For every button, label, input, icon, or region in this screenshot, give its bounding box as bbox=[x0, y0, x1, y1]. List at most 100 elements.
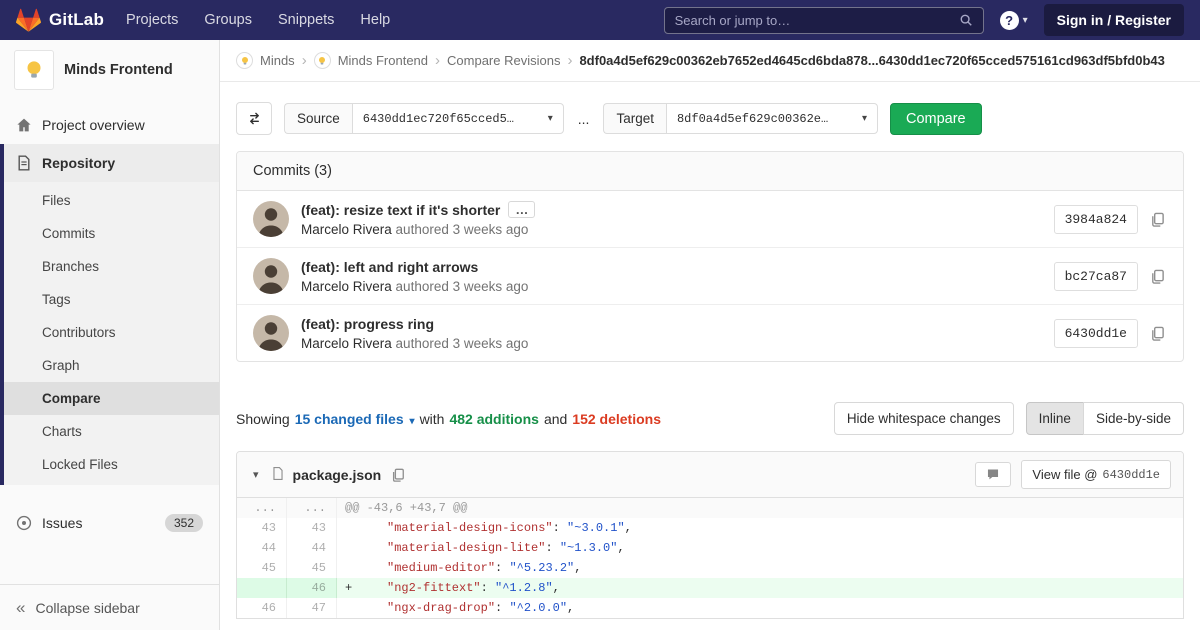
commit-sha-link[interactable]: bc27ca87 bbox=[1053, 261, 1138, 291]
diff-line-number-new[interactable]: 45 bbox=[287, 558, 337, 578]
commit-row: (feat): progress ring Marcelo Rivera aut… bbox=[237, 304, 1183, 361]
breadcrumb-group-link[interactable]: Minds bbox=[260, 53, 295, 68]
breadcrumb-separator: › bbox=[435, 52, 441, 69]
nav-item-snippets[interactable]: Snippets bbox=[278, 12, 334, 28]
sidebar-subitem-contributors[interactable]: Contributors bbox=[4, 316, 219, 349]
commit-author-link[interactable]: Marcelo Rivera bbox=[301, 279, 392, 294]
changed-files-dropdown[interactable]: 15 changed files ▾ bbox=[295, 411, 415, 427]
commit-author-avatar[interactable] bbox=[253, 201, 289, 237]
side-by-side-view-button[interactable]: Side-by-side bbox=[1082, 402, 1184, 435]
commit-author-link[interactable]: Marcelo Rivera bbox=[301, 222, 392, 237]
sidebar-subitem-tags[interactable]: Tags bbox=[4, 283, 219, 316]
breadcrumb-page-link[interactable]: Compare Revisions bbox=[447, 53, 560, 68]
collapse-diff-button[interactable]: ▾ bbox=[249, 466, 263, 483]
comment-icon bbox=[988, 469, 999, 480]
person-avatar-icon bbox=[253, 258, 289, 294]
commit-sha-link[interactable]: 3984a824 bbox=[1053, 204, 1138, 234]
inline-view-button[interactable]: Inline bbox=[1025, 402, 1084, 435]
issues-icon bbox=[16, 515, 32, 531]
sign-in-button[interactable]: Sign in / Register bbox=[1043, 4, 1184, 36]
sidebar-item-repository[interactable]: Repository bbox=[4, 144, 219, 182]
target-ref-dropdown[interactable]: 8df0a4d5ef629c00362e… ▾ bbox=[665, 103, 878, 134]
sidebar-subitem-compare[interactable]: Compare bbox=[4, 382, 219, 415]
copy-filename-button[interactable] bbox=[389, 466, 407, 484]
hide-whitespace-button[interactable]: Hide whitespace changes bbox=[833, 402, 1014, 435]
diff-line-number-old[interactable]: 45 bbox=[237, 558, 287, 578]
diff-line-number-new[interactable]: 43 bbox=[287, 518, 337, 538]
commit-author-avatar[interactable] bbox=[253, 258, 289, 294]
search-box[interactable] bbox=[663, 6, 984, 34]
home-icon bbox=[16, 117, 32, 133]
sidebar-subitem-branches[interactable]: Branches bbox=[4, 250, 219, 283]
diff-line-code: "material-design-icons": "~3.0.1", bbox=[387, 521, 632, 535]
gitlab-logo[interactable]: GitLab bbox=[16, 8, 104, 33]
commit-message-link[interactable]: (feat): resize text if it's shorter bbox=[301, 202, 500, 218]
sidebar-subitem-charts[interactable]: Charts bbox=[4, 415, 219, 448]
commit-options-button[interactable]: … bbox=[508, 201, 536, 218]
file-icon bbox=[271, 466, 285, 484]
toggle-comments-button[interactable] bbox=[975, 462, 1012, 487]
help-dropdown[interactable]: ? ▾ bbox=[999, 10, 1028, 30]
brand-text: GitLab bbox=[49, 10, 105, 29]
commit-author-avatar[interactable] bbox=[253, 315, 289, 351]
breadcrumb-project-link[interactable]: Minds Frontend bbox=[338, 53, 428, 68]
lightbulb-icon bbox=[241, 56, 248, 64]
showing-label: Showing bbox=[236, 410, 290, 427]
help-icon: ? bbox=[999, 10, 1019, 30]
diff-line-number-new[interactable]: 46 bbox=[287, 578, 337, 598]
sidebar-subitem-locked-files[interactable]: Locked Files bbox=[4, 448, 219, 481]
person-avatar-icon bbox=[253, 201, 289, 237]
breadcrumb-separator: › bbox=[301, 52, 307, 69]
target-label: Target bbox=[603, 103, 666, 134]
copy-icon bbox=[393, 468, 405, 482]
sidebar-item-issues[interactable]: Issues 352 bbox=[0, 503, 219, 543]
compare-button[interactable]: Compare bbox=[889, 102, 982, 135]
project-crumb-avatar bbox=[313, 52, 331, 69]
compare-form: Source 6430dd1ec720f65cced5… ▾ ... Targe… bbox=[236, 102, 1184, 135]
commit-author-link[interactable]: Marcelo Rivera bbox=[301, 336, 392, 351]
diff-line-number-old[interactable]: 43 bbox=[237, 518, 287, 538]
nav-item-help[interactable]: Help bbox=[360, 12, 390, 28]
diff-line-number-new[interactable]: 47 bbox=[287, 598, 337, 618]
collapse-sidebar-button[interactable]: « Collapse sidebar bbox=[0, 584, 219, 630]
diff-line-number-new: ... bbox=[287, 498, 337, 518]
view-file-button[interactable]: View file @ 6430dd1e bbox=[1021, 460, 1171, 489]
person-avatar-icon bbox=[253, 315, 289, 351]
target-group: Target 8df0a4d5ef629c00362e… ▾ bbox=[603, 103, 878, 134]
breadcrumb-sha-range: 8df0a4d5ef629c00362eb7652ed4645cd6bda878… bbox=[579, 53, 1165, 68]
collapse-icon: « bbox=[16, 598, 26, 617]
diff-line-number-old[interactable]: 46 bbox=[237, 598, 287, 618]
sidebar-subitem-commits[interactable]: Commits bbox=[4, 217, 219, 250]
diff-line-code: "material-design-lite": "~1.3.0", bbox=[387, 541, 625, 555]
commit-meta-text: authored 3 weeks ago bbox=[395, 335, 529, 351]
sidebar-subitem-files[interactable]: Files bbox=[4, 184, 219, 217]
copy-sha-button[interactable] bbox=[1148, 267, 1167, 286]
diff-line-number-old[interactable] bbox=[237, 578, 287, 598]
commit-message-link[interactable]: (feat): left and right arrows bbox=[301, 259, 478, 275]
diff-summary-bar: Showing 15 changed files ▾ with 482 addi… bbox=[236, 402, 1184, 435]
diff-line-code: + "ng2-fittext": "^1.2.8", bbox=[337, 578, 1183, 598]
nav-item-projects[interactable]: Projects bbox=[126, 12, 178, 28]
diff-view-toggle: Inline Side-by-side bbox=[1025, 402, 1184, 435]
diff-line: 46 47 "ngx-drag-drop": "^2.0.0", bbox=[237, 598, 1183, 618]
diff-line-number-old[interactable]: 44 bbox=[237, 538, 287, 558]
commit-sha-link[interactable]: 6430dd1e bbox=[1053, 318, 1138, 348]
group-avatar bbox=[236, 52, 253, 69]
search-input[interactable] bbox=[674, 12, 959, 28]
commit-message-link[interactable]: (feat): progress ring bbox=[301, 316, 434, 332]
sidebar-item-project-overview[interactable]: Project overview bbox=[0, 106, 219, 144]
chevron-down-icon: ▾ bbox=[861, 113, 867, 124]
chevron-down-icon: ▾ bbox=[1022, 14, 1028, 26]
sidebar-subitem-graph[interactable]: Graph bbox=[4, 349, 219, 382]
diff-hunk-row: ... ... @@ -43,6 +43,7 @@ bbox=[237, 498, 1183, 518]
swap-revisions-button[interactable] bbox=[236, 102, 272, 135]
project-header[interactable]: Minds Frontend bbox=[0, 40, 219, 100]
copy-sha-button[interactable] bbox=[1148, 324, 1167, 343]
additions-count: 482 additions bbox=[449, 410, 539, 427]
source-ref-dropdown[interactable]: 6430dd1ec720f65cced5… ▾ bbox=[351, 103, 564, 134]
diff-line-number-new[interactable]: 44 bbox=[287, 538, 337, 558]
nav-item-groups[interactable]: Groups bbox=[204, 12, 252, 28]
diff-line-code: "medium-editor": "^5.23.2", bbox=[387, 561, 582, 575]
diff-filename-link[interactable]: package.json bbox=[293, 467, 382, 483]
copy-sha-button[interactable] bbox=[1148, 210, 1167, 229]
